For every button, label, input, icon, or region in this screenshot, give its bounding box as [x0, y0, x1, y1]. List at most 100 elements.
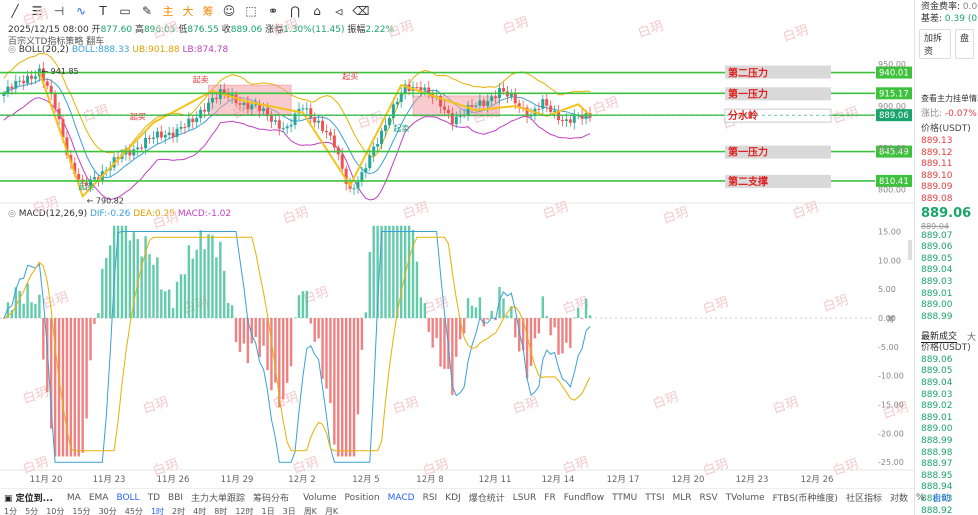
- ask-price-row[interactable]: 889.11: [915, 159, 978, 171]
- indicator-sub-3[interactable]: RSI: [419, 493, 442, 503]
- indicator-sub-7[interactable]: FR: [540, 493, 559, 503]
- bid-price-row[interactable]: 889.00: [915, 300, 978, 312]
- chart-option-3[interactable]: 自动: [929, 491, 955, 504]
- indicator-main-4[interactable]: BBI: [164, 493, 187, 503]
- indicator-sub-12[interactable]: RSV: [696, 493, 722, 503]
- timeframe-1[interactable]: 5分: [21, 506, 42, 515]
- watermark-text: 白玥: [21, 384, 51, 407]
- indicator-sub-5[interactable]: 爆仓统计: [465, 491, 509, 504]
- indicator-sub-10[interactable]: TTSI: [641, 493, 668, 503]
- bid-price-row[interactable]: 889.04: [915, 265, 978, 277]
- x-axis-label: 11月 29: [221, 475, 254, 485]
- macd-histogram-bar: [584, 298, 588, 319]
- bid-price-row[interactable]: 889.01: [915, 289, 978, 301]
- timeframe-13[interactable]: 周K: [300, 506, 321, 515]
- tab-large[interactable]: 大: [967, 330, 976, 343]
- indicator-main-5[interactable]: 主力大单跟踪: [187, 491, 249, 504]
- tab-latest-trades[interactable]: 最新成交: [921, 329, 958, 344]
- trade-price-row[interactable]: 889.02: [915, 401, 978, 413]
- trade-price-row[interactable]: 889.00: [915, 424, 978, 436]
- trade-price-row[interactable]: 888.95: [915, 471, 978, 483]
- macd-histogram-bar: [407, 225, 411, 319]
- indicator-sub-0[interactable]: Volume: [299, 493, 340, 503]
- macd-histogram-bar: [580, 318, 584, 319]
- indicator-sub-11[interactable]: MLR: [669, 493, 696, 503]
- watermark-text: 白玥: [821, 292, 851, 315]
- candle-body: [22, 80, 26, 84]
- indicator-main-3[interactable]: TD: [144, 493, 164, 503]
- timeframe-9[interactable]: 8时: [210, 506, 231, 515]
- trade-price-row[interactable]: 889.04: [915, 378, 978, 390]
- macd-histogram-bar: [242, 318, 246, 344]
- trade-price-row[interactable]: 889.05: [915, 366, 978, 378]
- bid-price-row[interactable]: 889.06: [915, 242, 978, 254]
- indicator-main-2[interactable]: BOLL: [112, 493, 143, 503]
- candle-body: [269, 115, 273, 122]
- timeframe-10[interactable]: 12时: [231, 506, 257, 515]
- timeframe-5[interactable]: 45分: [121, 506, 147, 515]
- trade-price-row[interactable]: 889.03: [915, 390, 978, 402]
- ask-price-row[interactable]: 889.12: [915, 148, 978, 160]
- level-price-1: 915.17: [879, 89, 909, 99]
- trade-price-row[interactable]: 888.97: [915, 459, 978, 471]
- chart-option-1[interactable]: 对数: [886, 491, 912, 504]
- timeframe-4[interactable]: 30分: [95, 506, 121, 515]
- ask-price-row[interactable]: 889.13: [915, 136, 978, 148]
- add-margin-button[interactable]: 加拆资: [919, 29, 951, 60]
- macd-histogram-bar: [333, 318, 336, 445]
- indicator-sub-6[interactable]: LSUR: [509, 493, 541, 503]
- timeframe-2[interactable]: 10分: [42, 506, 68, 515]
- ask-price-row[interactable]: 889.08: [915, 194, 978, 206]
- timeframe-14[interactable]: 月K: [321, 506, 342, 515]
- timeframe-3[interactable]: 15分: [68, 506, 94, 515]
- bid-price-row[interactable]: 889.05: [915, 254, 978, 266]
- trade-price-row[interactable]: 888.99: [915, 436, 978, 448]
- indicator-main-6[interactable]: 筹码分布: [249, 491, 293, 504]
- indicator-main-1[interactable]: EMA: [85, 493, 113, 503]
- indicator-sub-14[interactable]: FTBS(币种维度): [769, 491, 842, 504]
- ask-price-row[interactable]: 889.10: [915, 171, 978, 183]
- trade-price-row[interactable]: 889.01: [915, 413, 978, 425]
- indicator-sub-9[interactable]: TTMU: [608, 493, 641, 503]
- ask-price-row[interactable]: 889.09: [915, 182, 978, 194]
- indicator-sub-4[interactable]: KDJ: [441, 493, 465, 503]
- trade-price-row[interactable]: 888.98: [915, 448, 978, 460]
- indicator-sub-8[interactable]: Fundflow: [560, 493, 608, 503]
- candle-body: [564, 119, 568, 121]
- timeframe-11[interactable]: 1日: [258, 506, 279, 515]
- indicator-sub-13[interactable]: TVolume: [722, 493, 769, 503]
- order-book-heading[interactable]: 查看主力挂单情况: [915, 93, 978, 105]
- macd-histogram-bar: [187, 245, 191, 319]
- indicator-sub-1[interactable]: Position: [341, 493, 384, 503]
- watermark-text: 白玥: [701, 294, 731, 317]
- macd-histogram-bar: [545, 316, 548, 319]
- trade-price-row[interactable]: 889.06: [915, 355, 978, 367]
- indicator-main-0[interactable]: MA: [63, 493, 85, 503]
- candle-body: [368, 155, 372, 169]
- bid-price-row[interactable]: 888.99: [915, 312, 978, 324]
- timeframe-0[interactable]: 1分: [0, 506, 21, 515]
- watermark-text: 白玥: [781, 22, 811, 45]
- trade-price-row[interactable]: 888.92: [915, 506, 978, 515]
- bid-price-row[interactable]: 889.03: [915, 277, 978, 289]
- bid-price-row[interactable]: 889.07: [915, 231, 978, 243]
- indicator-sub-2[interactable]: MACD: [384, 493, 419, 503]
- chart-option-2[interactable]: %: [912, 493, 929, 503]
- price-chart[interactable]: 白玥白玥 白玥 白玥 白玥 白玥 白玥白玥 白玥白玥 白玥白玥白玥 白玥 白玥 白玥 白玥 白玥白玥 白玥…: [0, 0, 914, 488]
- timeframe-8[interactable]: 4时: [189, 506, 210, 515]
- timeframe-6[interactable]: 1时: [147, 506, 168, 515]
- macd-histogram-bar: [502, 298, 505, 319]
- panel-button[interactable]: 盘: [954, 29, 974, 60]
- buy-signal-label: 起买: [130, 113, 146, 122]
- candle-body: [289, 124, 293, 127]
- macd-histogram-bar: [392, 225, 395, 319]
- sell-signal-label: 起卖: [193, 76, 209, 85]
- low-signal-label: 起卖: [79, 183, 95, 192]
- timeframe-7[interactable]: 2时: [168, 506, 189, 515]
- locate-button[interactable]: ▣ 定位到...: [0, 491, 57, 504]
- timeframe-12[interactable]: 3日: [279, 506, 300, 515]
- candle-body: [262, 108, 266, 112]
- macd-histogram-bar: [462, 318, 466, 334]
- candle-body: [140, 147, 144, 149]
- chart-option-0[interactable]: 社区指标: [842, 491, 886, 504]
